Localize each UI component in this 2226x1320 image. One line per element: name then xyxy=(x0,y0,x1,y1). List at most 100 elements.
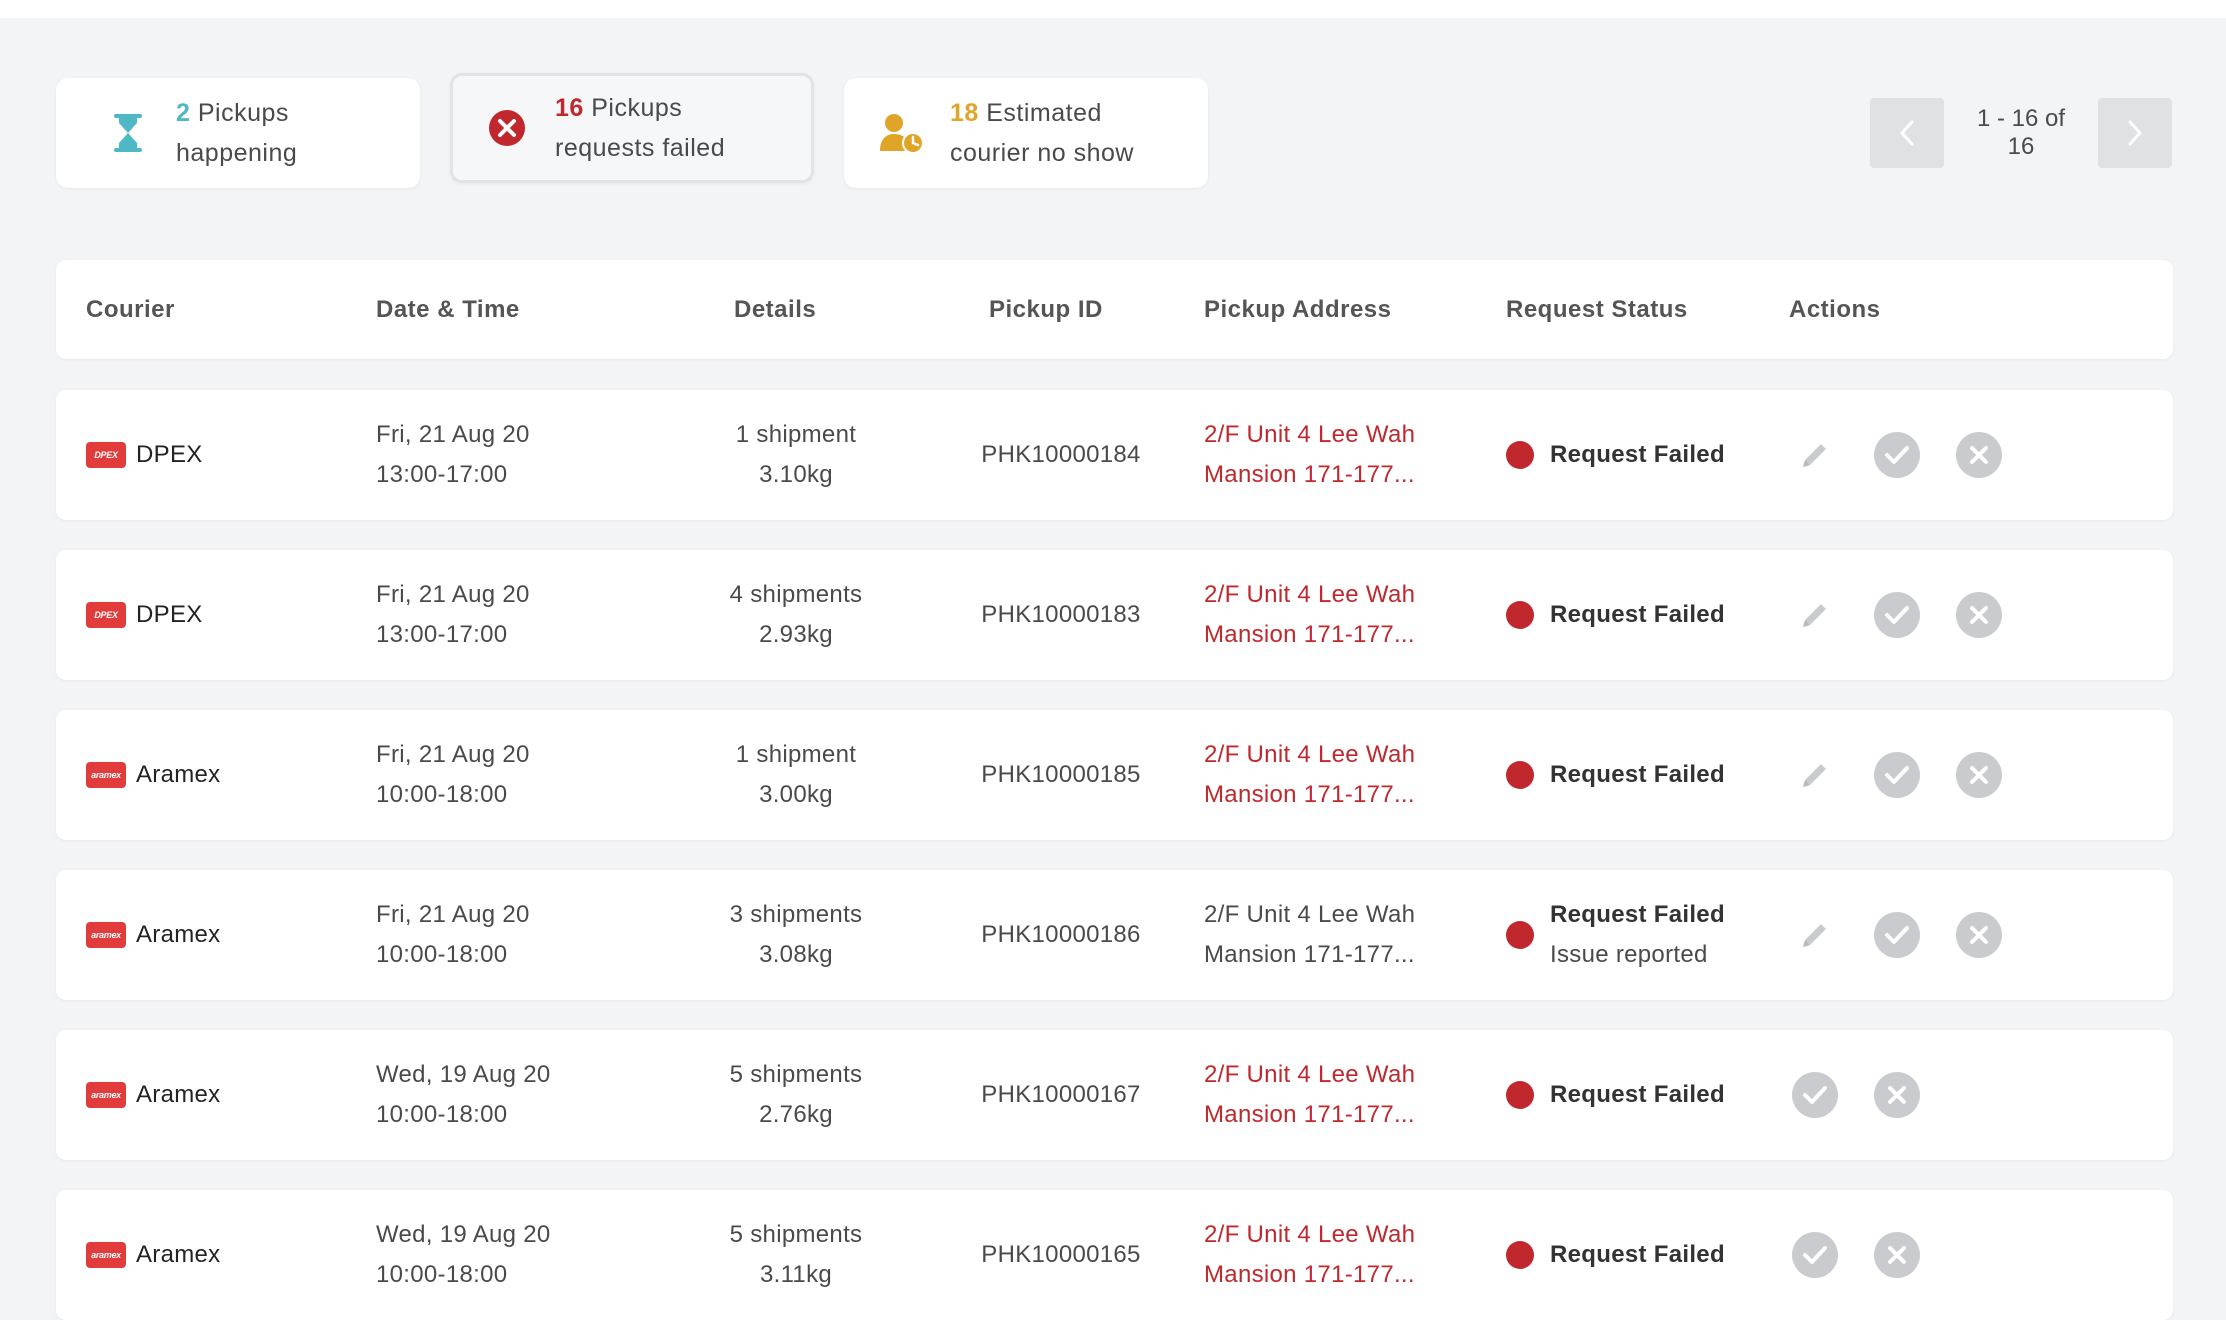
confirm-button[interactable] xyxy=(1792,1232,1838,1278)
edit-button[interactable] xyxy=(1792,432,1838,478)
pagination: 1 - 16 of 16 xyxy=(1870,98,2172,168)
status-sub: Issue reported xyxy=(1550,941,1708,968)
cancel-button[interactable] xyxy=(1874,1232,1920,1278)
address-line-2: Mansion 171-177... xyxy=(1204,621,1415,648)
pickup-id[interactable]: PHK10000185 xyxy=(956,710,1166,840)
status-dot-icon xyxy=(1506,1241,1534,1269)
chevron-right-icon xyxy=(2128,120,2142,146)
confirm-button[interactable] xyxy=(1874,752,1920,798)
header-actions: Actions xyxy=(1789,296,1881,323)
confirm-button[interactable] xyxy=(1792,1072,1838,1118)
status-badge: Request Failed xyxy=(1550,441,1725,468)
courier-logo: aramex xyxy=(86,1082,126,1108)
courier-clock-icon xyxy=(872,113,932,153)
summary-label: Estimated xyxy=(978,99,1102,127)
table-row[interactable]: aramex Aramex Fri, 21 Aug 20 10:00-18:00… xyxy=(56,710,2173,840)
checkmark-icon xyxy=(1885,926,1909,944)
pickup-address[interactable]: 2/F Unit 4 Lee Wah Mansion 171-177... xyxy=(1204,390,1415,520)
pickup-id[interactable]: PHK10000165 xyxy=(956,1190,1166,1320)
pickup-time: 13:00-17:00 xyxy=(376,461,508,488)
table-row[interactable]: aramex Aramex Wed, 19 Aug 20 10:00-18:00… xyxy=(56,1190,2173,1320)
pickup-address[interactable]: 2/F Unit 4 Lee Wah Mansion 171-177... xyxy=(1204,1190,1415,1320)
pickup-id[interactable]: PHK10000186 xyxy=(956,870,1166,1000)
pickup-id[interactable]: PHK10000184 xyxy=(956,390,1166,520)
address-line-1: 2/F Unit 4 Lee Wah xyxy=(1204,421,1416,448)
pickup-id[interactable]: PHK10000183 xyxy=(956,550,1166,680)
courier-cell: aramex Aramex xyxy=(86,870,221,1000)
courier-logo: DPEX xyxy=(86,442,126,468)
summary-card-noshow[interactable]: 18 Estimated courier no show xyxy=(844,78,1208,188)
address-line-2: Mansion 171-177... xyxy=(1204,1261,1415,1288)
shipment-weight: 3.00kg xyxy=(759,781,833,808)
shipment-count: 1 shipment xyxy=(735,421,857,448)
shipment-count: 5 shipments xyxy=(729,1061,863,1088)
row-actions xyxy=(1792,870,2038,1000)
status-badge: Request Failed xyxy=(1550,1241,1725,1268)
summary-count: 18 xyxy=(950,99,979,127)
summary-card-failed[interactable]: 16 Pickups requests failed xyxy=(450,73,814,183)
pickup-address[interactable]: 2/F Unit 4 Lee Wah Mansion 171-177... xyxy=(1204,710,1415,840)
row-actions xyxy=(1792,1030,1956,1160)
table-row[interactable]: aramex Aramex Wed, 19 Aug 20 10:00-18:00… xyxy=(56,1030,2173,1160)
shipment-weight: 2.93kg xyxy=(759,621,833,648)
status-cell: Request Failed xyxy=(1506,1190,1725,1320)
address-line-1: 2/F Unit 4 Lee Wah xyxy=(1204,1061,1416,1088)
address-line-1: 2/F Unit 4 Lee Wah xyxy=(1204,1221,1416,1248)
status-dot-icon xyxy=(1506,1081,1534,1109)
status-badge: Request Failed xyxy=(1550,901,1725,928)
cancel-button[interactable] xyxy=(1956,912,2002,958)
courier-name: DPEX xyxy=(136,601,203,628)
summary-count: 16 xyxy=(555,94,584,122)
courier-logo: aramex xyxy=(86,922,126,948)
address-line-1: 2/F Unit 4 Lee Wah xyxy=(1204,901,1416,928)
pickup-date: Wed, 19 Aug 20 xyxy=(376,1061,551,1088)
shipment-count: 3 shipments xyxy=(729,901,863,928)
header-pickup-address[interactable]: Pickup Address xyxy=(1204,260,1392,359)
next-page-button[interactable] xyxy=(2098,98,2172,168)
edit-button[interactable] xyxy=(1792,752,1838,798)
pencil-icon xyxy=(1803,764,1826,787)
header-pickup-id[interactable]: Pickup ID xyxy=(989,260,1103,359)
header-request-status[interactable]: Request Status xyxy=(1506,260,1688,359)
status-cell: Request Failed Issue reported xyxy=(1506,870,1725,1000)
cancel-button[interactable] xyxy=(1956,592,2002,638)
edit-button[interactable] xyxy=(1792,592,1838,638)
close-icon xyxy=(1970,606,1988,624)
row-actions xyxy=(1792,1190,1956,1320)
pickup-id[interactable]: PHK10000167 xyxy=(956,1030,1166,1160)
status-cell: Request Failed xyxy=(1506,1030,1725,1160)
shipment-weight: 2.76kg xyxy=(759,1101,833,1128)
pickup-address[interactable]: 2/F Unit 4 Lee Wah Mansion 171-177... xyxy=(1204,550,1415,680)
pickup-date: Fri, 21 Aug 20 xyxy=(376,901,530,928)
table-row[interactable]: DPEX DPEX Fri, 21 Aug 20 13:00-17:00 4 s… xyxy=(56,550,2173,680)
cancel-button[interactable] xyxy=(1956,752,2002,798)
table-row[interactable]: DPEX DPEX Fri, 21 Aug 20 13:00-17:00 1 s… xyxy=(56,390,2173,520)
details-cell: 1 shipment 3.00kg xyxy=(696,710,896,840)
header-courier[interactable]: Courier xyxy=(86,260,175,359)
confirm-button[interactable] xyxy=(1874,432,1920,478)
summary-label: Pickups xyxy=(190,99,289,127)
datetime-cell: Fri, 21 Aug 20 10:00-18:00 xyxy=(376,870,530,1000)
datetime-cell: Fri, 21 Aug 20 13:00-17:00 xyxy=(376,390,530,520)
prev-page-button[interactable] xyxy=(1870,98,1944,168)
summary-text-noshow: 18 Estimated courier no show xyxy=(950,93,1134,173)
edit-button[interactable] xyxy=(1792,912,1838,958)
row-actions xyxy=(1792,390,2038,520)
cancel-button[interactable] xyxy=(1874,1072,1920,1118)
pickup-address[interactable]: 2/F Unit 4 Lee Wah Mansion 171-177... xyxy=(1204,870,1415,1000)
top-bar xyxy=(0,0,2226,18)
header-details[interactable]: Details xyxy=(734,260,816,359)
confirm-button[interactable] xyxy=(1874,592,1920,638)
address-line-1: 2/F Unit 4 Lee Wah xyxy=(1204,581,1416,608)
details-cell: 5 shipments 3.11kg xyxy=(696,1190,896,1320)
header-datetime[interactable]: Date & Time xyxy=(376,260,520,359)
pickup-time: 10:00-18:00 xyxy=(376,781,508,808)
pickup-address[interactable]: 2/F Unit 4 Lee Wah Mansion 171-177... xyxy=(1204,1030,1415,1160)
status-dot-icon xyxy=(1506,441,1534,469)
confirm-button[interactable] xyxy=(1874,912,1920,958)
table-row[interactable]: aramex Aramex Fri, 21 Aug 20 10:00-18:00… xyxy=(56,870,2173,1000)
courier-name: Aramex xyxy=(136,921,221,948)
cancel-button[interactable] xyxy=(1956,432,2002,478)
summary-card-happening[interactable]: 2 Pickups happening xyxy=(56,78,420,188)
checkmark-icon xyxy=(1885,606,1909,624)
